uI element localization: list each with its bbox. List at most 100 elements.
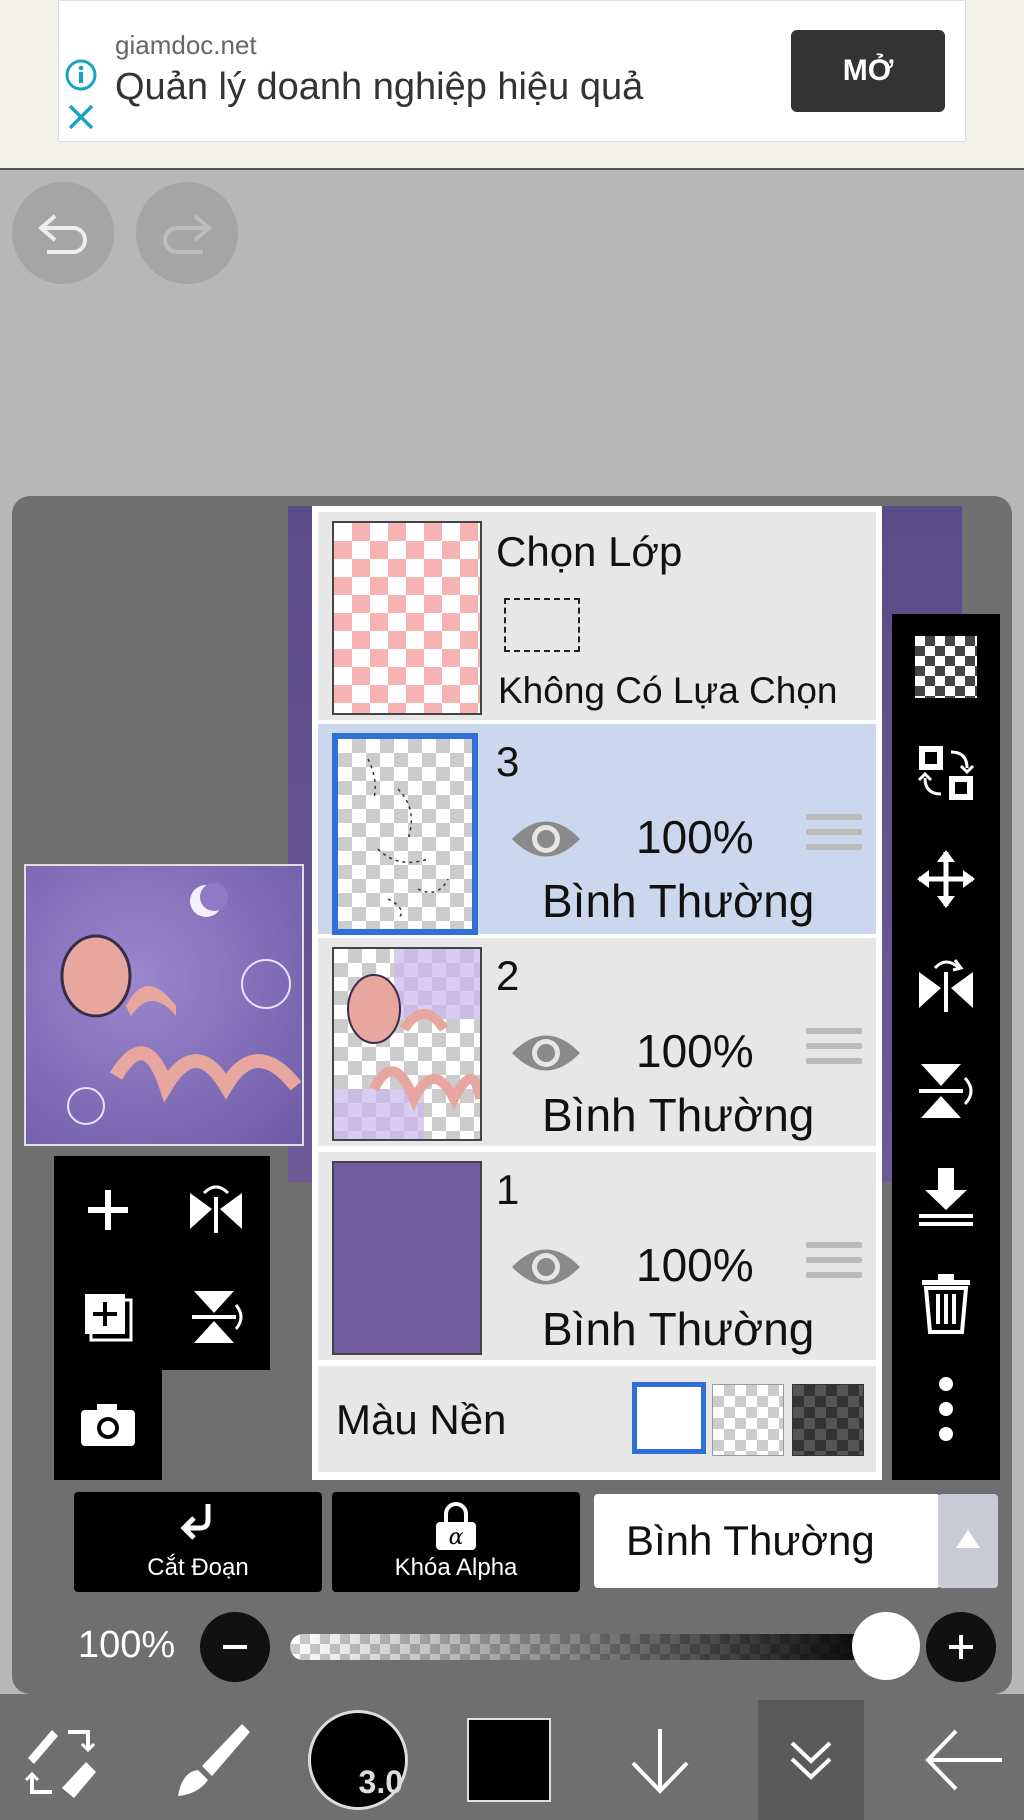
duplicate-layer-icon (85, 1293, 133, 1341)
move-icon (917, 850, 975, 908)
layer-2-blend-mode: Bình Thường (542, 1089, 815, 1141)
info-icon[interactable] (64, 58, 98, 92)
eye-icon[interactable] (508, 814, 584, 864)
move-button[interactable] (892, 826, 1000, 932)
more-options-button[interactable] (892, 1356, 1000, 1462)
eye-icon[interactable] (508, 1028, 584, 1078)
clipping-button[interactable]: Cắt Đoạn (74, 1492, 322, 1592)
close-icon[interactable] (64, 100, 98, 134)
flip-horizontal-icon (190, 1185, 242, 1233)
layer-down-button[interactable] (610, 1700, 710, 1820)
alpha-lock-label: Khóa Alpha (394, 1554, 518, 1581)
layer-row-1[interactable]: 1 100% Bình Thường (318, 1152, 876, 1360)
rotate-flip-v-button[interactable] (892, 1038, 1000, 1144)
layer-1-name: 1 (496, 1166, 520, 1213)
drag-handle-icon[interactable] (806, 1028, 862, 1076)
current-color-swatch (467, 1718, 551, 1802)
layer-tools-left (54, 1156, 270, 1370)
arrow-left-icon (925, 1729, 1002, 1791)
brush-size-button[interactable]: 3.0 (306, 1700, 410, 1820)
redo-icon (163, 214, 213, 254)
layer-3-blend-mode: Bình Thường (542, 875, 815, 927)
opacity-slider-handle[interactable] (852, 1612, 920, 1680)
brush-size-value: 3.0 (358, 1764, 403, 1800)
brush-size-circle: 3.0 (308, 1710, 408, 1810)
alpha-lock-icon: α (436, 1502, 476, 1550)
redo-button[interactable] (136, 182, 238, 284)
add-layer-copy-button[interactable] (54, 1263, 162, 1370)
back-button[interactable] (914, 1700, 1014, 1820)
camera-button[interactable] (54, 1370, 162, 1477)
undo-icon (37, 214, 87, 254)
flip-vertical-button[interactable] (162, 1263, 270, 1370)
layer-row-2[interactable]: 2 100% Bình Thường (318, 938, 876, 1146)
selection-layer-row[interactable]: Chọn Lớp Không Có Lựa Chọn (318, 512, 876, 720)
ad-headline: Quản lý doanh nghiệp hiệu quả (115, 66, 644, 108)
trash-icon (922, 1274, 970, 1334)
ad-domain: giamdoc.net (115, 30, 257, 60)
background-color-row: Màu Nền (318, 1366, 876, 1472)
layer-3-opacity: 100% (636, 811, 754, 863)
minus-icon (223, 1645, 247, 1649)
camera-tool-block (54, 1370, 162, 1480)
layer-1-opacity: 100% (636, 1239, 754, 1291)
opacity-decrease-button[interactable] (200, 1612, 270, 1682)
flip-vertical-icon (919, 1064, 973, 1118)
layer-1-blend-mode: Bình Thường (542, 1303, 815, 1355)
blend-mode-dropdown-button[interactable] (938, 1494, 998, 1588)
add-layer-button[interactable] (54, 1156, 162, 1263)
undo-button[interactable] (12, 182, 114, 284)
transparency-button[interactable] (892, 614, 1000, 720)
layer-3-thumbnail (332, 733, 478, 935)
opacity-value-label: 100% (78, 1624, 176, 1666)
layer-3-name: 3 (496, 738, 520, 785)
flip-horizontal-button[interactable] (162, 1156, 270, 1263)
checkerboard-icon (915, 636, 977, 698)
color-picker-button[interactable] (466, 1700, 552, 1820)
merge-down-icon (919, 1168, 973, 1226)
triangle-up-icon (956, 1530, 980, 1548)
delete-layer-button[interactable] (892, 1250, 1000, 1356)
opacity-increase-button[interactable] (926, 1612, 996, 1682)
layer-2-name: 2 (496, 952, 520, 999)
layer-row-3[interactable]: 3 100% Bình Thường (318, 724, 876, 935)
clipping-label: Cắt Đoạn (147, 1554, 249, 1581)
selection-layer-title: Chọn Lớp (496, 528, 683, 575)
background-transparent-option[interactable] (712, 1384, 784, 1456)
alpha-lock-button[interactable]: α Khóa Alpha (332, 1492, 580, 1592)
layer-tools-right (892, 614, 1000, 1480)
drag-handle-icon[interactable] (806, 1242, 862, 1290)
rotate-flip-h-button[interactable] (892, 932, 1000, 1038)
camera-icon (81, 1403, 135, 1446)
selection-status: Không Có Lựa Chọn (498, 670, 838, 711)
layer-2-opacity: 100% (636, 1025, 754, 1077)
arrow-down-icon (631, 1729, 689, 1794)
swap-layer-button[interactable] (892, 720, 1000, 826)
selection-layer-thumbnail (332, 521, 482, 715)
ad-open-button[interactable]: MỞ (791, 30, 945, 112)
merge-down-button[interactable] (892, 1144, 1000, 1250)
brush-tool-button[interactable] (160, 1700, 260, 1820)
plus-icon (88, 1189, 128, 1230)
background-white-option[interactable] (632, 1382, 706, 1454)
artwork-preview (60, 883, 302, 1125)
blend-mode-select[interactable]: Bình Thường (594, 1494, 940, 1588)
background-label: Màu Nền (336, 1396, 507, 1443)
opacity-slider[interactable] (290, 1634, 890, 1660)
plus-icon (949, 1635, 973, 1659)
flip-horizontal-icon (919, 959, 973, 1012)
flip-vertical-icon (192, 1290, 243, 1343)
swap-icon (917, 746, 975, 800)
eye-icon[interactable] (508, 1242, 584, 1292)
drag-handle-icon[interactable] (806, 814, 862, 862)
layers-panel-button[interactable] (758, 1700, 864, 1820)
double-chevron-down-icon (790, 1741, 832, 1780)
background-dark-option[interactable] (792, 1384, 864, 1456)
layer-1-thumbnail (332, 1161, 482, 1355)
brush-icon (178, 1724, 250, 1796)
canvas-navigator-thumbnail[interactable] (24, 864, 304, 1146)
pen-eraser-swap-icon (24, 1730, 96, 1798)
transform-eraser-button[interactable] (10, 1700, 110, 1820)
ad-banner[interactable]: giamdoc.net Quản lý doanh nghiệp hiệu qu… (0, 0, 1024, 170)
layer-2-thumbnail (332, 947, 482, 1141)
